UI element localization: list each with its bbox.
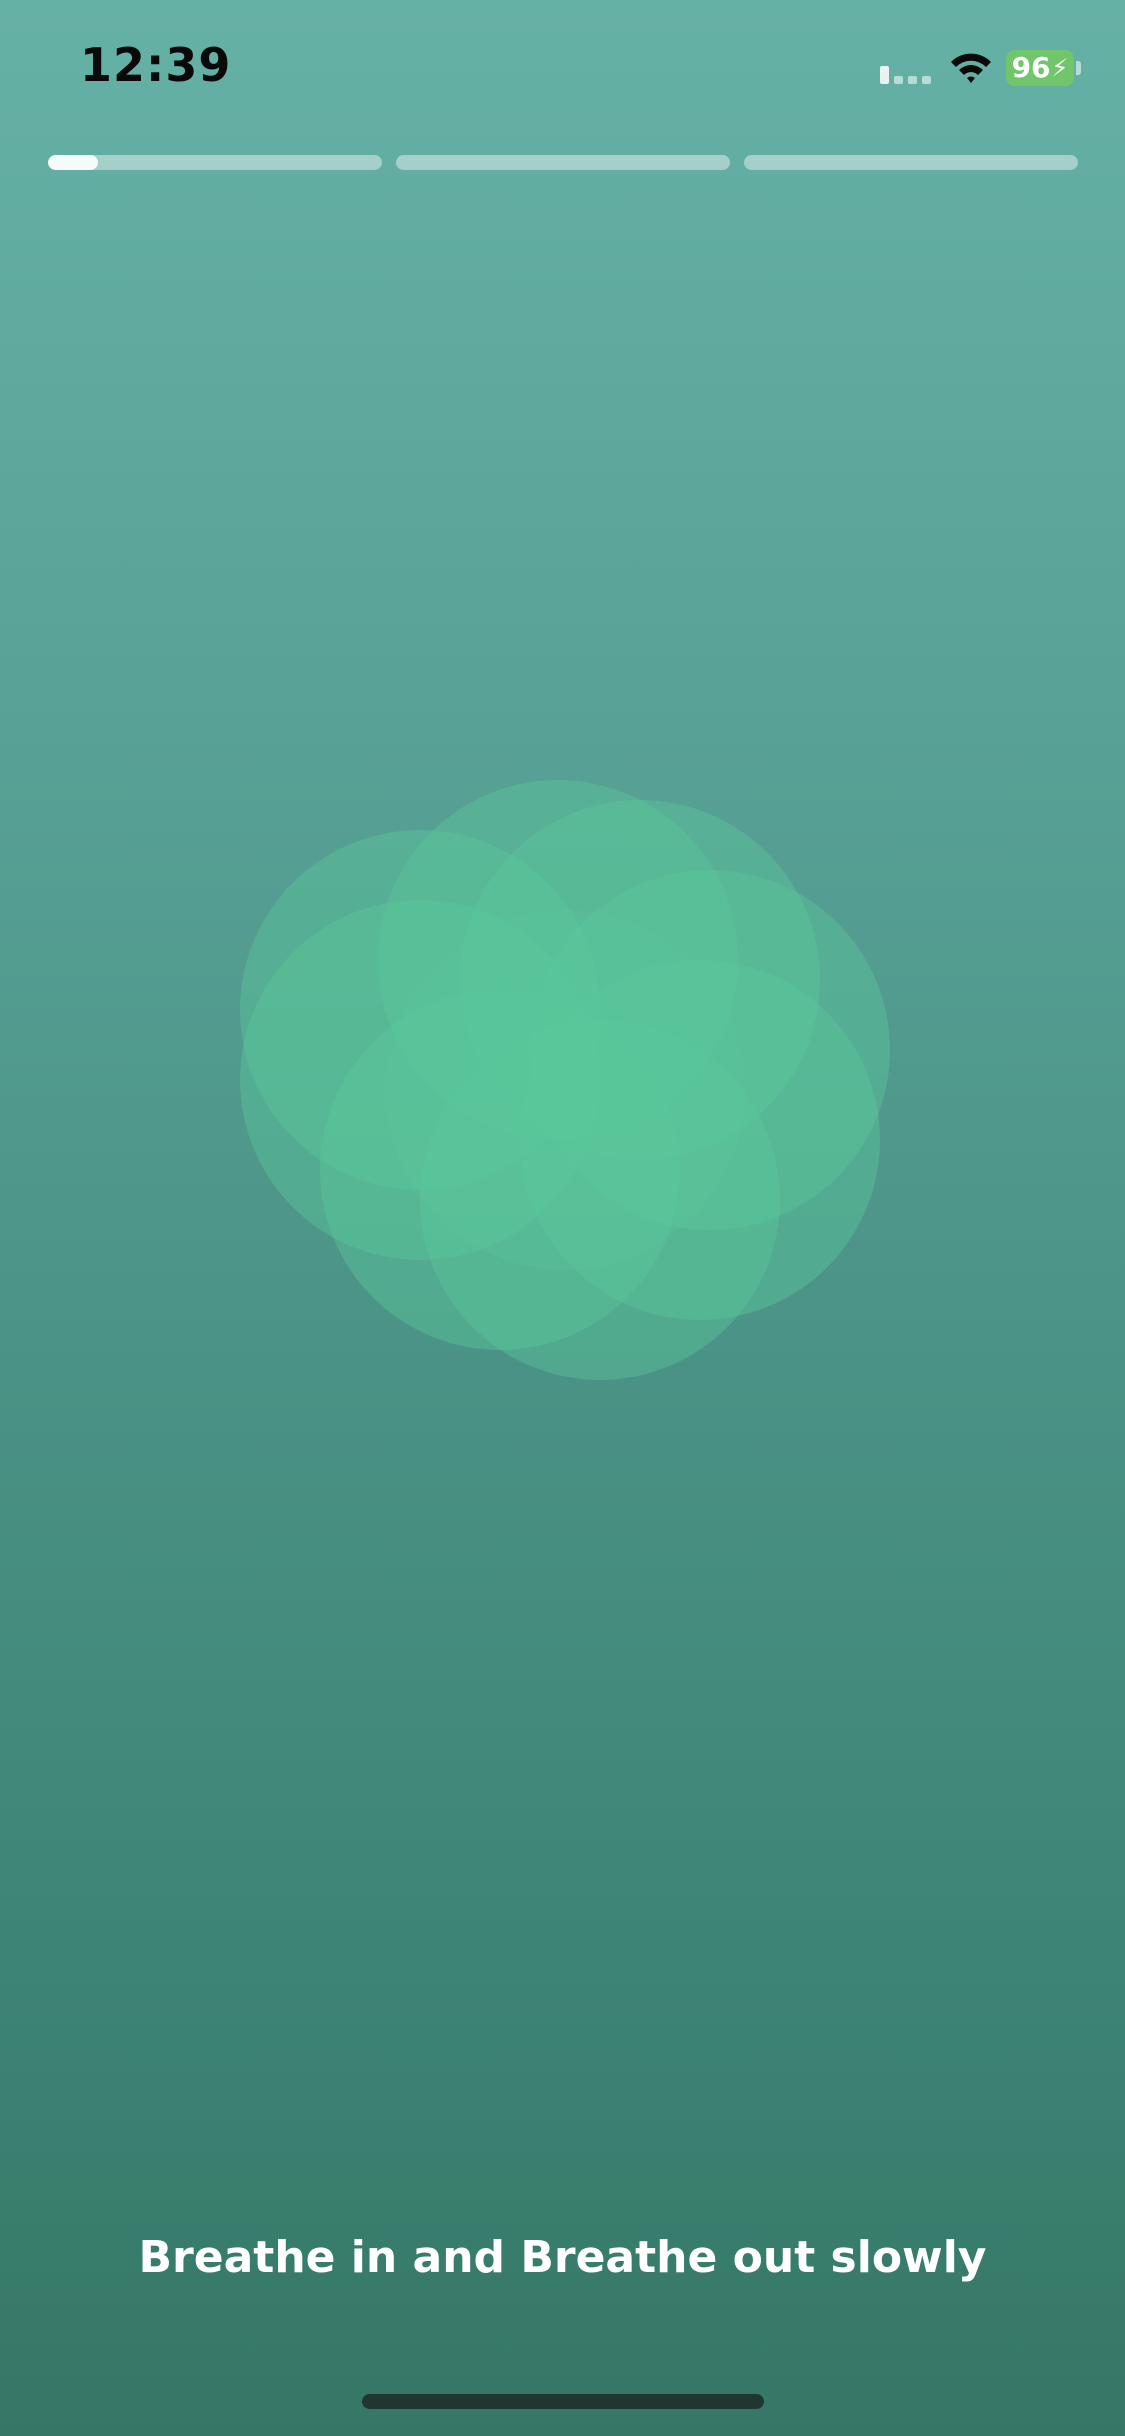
breathing-flower (220, 770, 910, 1460)
breathing-instruction: Breathe in and Breathe out slowly (138, 2232, 987, 2283)
progress-segment-2 (396, 155, 730, 170)
cellular-signal-icon (880, 64, 936, 84)
status-bar: 12:39 96 ⚡ (0, 0, 1125, 140)
session-progress (48, 155, 1078, 170)
progress-segment-3 (744, 155, 1078, 170)
wifi-icon (948, 50, 994, 86)
battery-icon: 96 ⚡ (1006, 50, 1074, 86)
charging-bolt-icon: ⚡ (1051, 54, 1069, 82)
progress-segment-1 (48, 155, 382, 170)
home-indicator[interactable] (362, 2394, 764, 2409)
battery-cap (1076, 61, 1081, 75)
battery-percent: 96 (1011, 51, 1051, 84)
status-time: 12:39 (80, 38, 232, 92)
